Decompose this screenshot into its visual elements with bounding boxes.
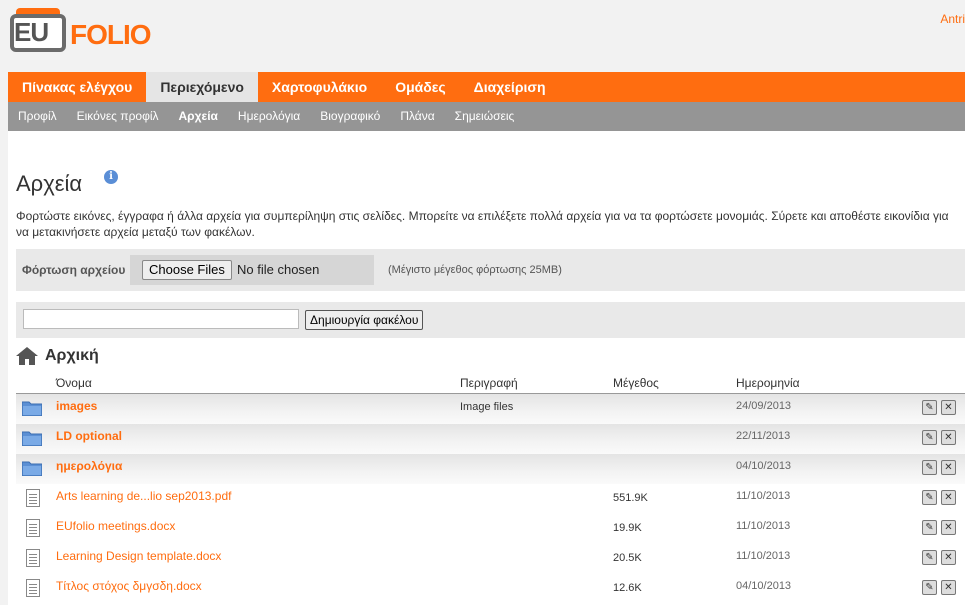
row-description: Image files xyxy=(460,401,514,413)
sub-nav-profile-images[interactable]: Εικόνες προφίλ xyxy=(67,102,169,131)
table-row[interactable]: ημερολόγια 04/10/2013 ✎ ✕ xyxy=(16,454,965,484)
upload-panel: Φόρτωση αρχείου Choose Files No file cho… xyxy=(16,249,965,291)
table-row[interactable]: Τίτλος στόχος δμγσδη.docx 12.6K 04/10/2013… xyxy=(16,574,965,604)
eufolio-logo[interactable]: EU FOLIO xyxy=(10,8,160,56)
document-icon xyxy=(26,579,40,597)
user-profile-link[interactable]: Antri xyxy=(940,12,965,26)
sub-nav-journals[interactable]: Ημερολόγια xyxy=(228,102,310,131)
max-upload-size-text: (Μέγιστο μέγεθος φόρτωσης 25MB) xyxy=(388,264,562,276)
row-name-link[interactable]: LD optional xyxy=(56,429,122,443)
row-name-link[interactable]: EUfolio meetings.docx xyxy=(56,519,175,533)
table-row[interactable]: Learning Design template.docx 20.5K 11/10/… xyxy=(16,544,965,574)
row-date: 22/11/2013 xyxy=(736,430,791,442)
row-size: 12.6K xyxy=(613,582,642,594)
document-icon xyxy=(26,519,40,537)
table-header: Όνομα Περιγραφή Μέγεθος Ημερομηνία xyxy=(16,373,965,394)
row-date: 11/10/2013 xyxy=(736,490,791,502)
edit-button[interactable]: ✎ xyxy=(922,400,937,415)
edit-button[interactable]: ✎ xyxy=(922,460,937,475)
edit-button[interactable]: ✎ xyxy=(922,520,937,535)
table-row[interactable]: images Image files 24/09/2013 ✎ ✕ xyxy=(16,394,965,424)
delete-button[interactable]: ✕ xyxy=(941,490,956,505)
delete-button[interactable]: ✕ xyxy=(941,460,956,475)
document-icon xyxy=(26,549,40,567)
sub-nav-files[interactable]: Αρχεία xyxy=(169,102,228,131)
sub-nav-plans[interactable]: Πλάνα xyxy=(390,102,444,131)
create-folder-button[interactable]: Δημιουργία φακέλου xyxy=(305,310,424,330)
main-nav-portfolio[interactable]: Χαρτοφυλάκιο xyxy=(258,72,381,102)
main-nav-groups[interactable]: Ομάδες xyxy=(381,72,459,102)
page-title: Αρχεία xyxy=(16,171,83,196)
row-size: 19.9K xyxy=(613,522,642,534)
folder-name-input[interactable] xyxy=(23,309,299,329)
column-header-size: Μέγεθος xyxy=(613,376,659,390)
row-date: 24/09/2013 xyxy=(736,400,792,412)
folder-icon xyxy=(22,461,42,476)
folder-icon xyxy=(22,401,42,416)
logo-eu-text: EU xyxy=(14,17,49,47)
choose-files-button[interactable]: Choose Files xyxy=(142,260,232,280)
folder-icon xyxy=(22,431,42,446)
edit-button[interactable]: ✎ xyxy=(922,430,937,445)
column-header-description: Περιγραφή xyxy=(460,376,518,390)
page-description: Φορτώστε εικόνες, έγγραφα ή άλλα αρχεία … xyxy=(16,209,949,239)
breadcrumb-home[interactable]: Αρχική xyxy=(45,347,99,365)
delete-button[interactable]: ✕ xyxy=(941,430,956,445)
main-nav-dashboard[interactable]: Πίνακας ελέγχου xyxy=(8,72,146,102)
main-nav-content[interactable]: Περιεχόμενο xyxy=(146,72,258,102)
delete-button[interactable]: ✕ xyxy=(941,580,956,595)
logo-folio-text: FOLIO xyxy=(70,19,152,50)
column-header-date: Ημερομηνία xyxy=(736,376,800,390)
main-content: Αρχεία i Φορτώστε εικόνες, έγγραφα ή άλλ… xyxy=(8,131,965,605)
row-name-link[interactable]: images xyxy=(56,399,97,413)
row-name-link[interactable]: Learning Design template.docx xyxy=(56,549,221,563)
row-size: 551.9K xyxy=(613,492,648,504)
row-size: 20.5K xyxy=(613,552,642,564)
row-date: 04/10/2013 xyxy=(736,580,792,592)
info-icon[interactable]: i xyxy=(104,170,118,184)
main-nav-administration[interactable]: Διαχείριση xyxy=(460,72,560,102)
create-folder-panel: Δημιουργία φακέλου xyxy=(16,302,965,338)
table-row[interactable]: EUfolio meetings.docx 19.9K 11/10/2013 ✎ ✕ xyxy=(16,514,965,544)
upload-label: Φόρτωση αρχείου xyxy=(22,263,126,277)
table-row[interactable]: Arts learning de...lio sep2013.pdf 551.9K… xyxy=(16,484,965,514)
table-row[interactable]: LD optional 22/11/2013 ✎ ✕ xyxy=(16,424,965,454)
row-name-link[interactable]: ημερολόγια xyxy=(56,459,122,473)
sub-navigation: Προφίλ Εικόνες προφίλ Αρχεία Ημερολόγια … xyxy=(8,102,965,131)
delete-button[interactable]: ✕ xyxy=(941,550,956,565)
row-date: 04/10/2013 xyxy=(736,460,792,472)
main-navigation: Πίνακας ελέγχου Περιεχόμενο Χαρτοφυλάκιο… xyxy=(8,72,965,102)
document-icon xyxy=(26,489,40,507)
column-header-name[interactable]: Όνομα xyxy=(56,376,92,390)
sub-nav-profile[interactable]: Προφίλ xyxy=(8,102,67,131)
delete-button[interactable]: ✕ xyxy=(941,400,956,415)
edit-button[interactable]: ✎ xyxy=(922,550,937,565)
row-name-link[interactable]: Arts learning de...lio sep2013.pdf xyxy=(56,489,231,503)
row-date: 11/10/2013 xyxy=(736,550,791,562)
row-name-link[interactable]: Τίτλος στόχος δμγσδη.docx xyxy=(56,579,202,593)
no-file-chosen-text: No file chosen xyxy=(237,262,320,277)
sub-nav-resume[interactable]: Βιογραφικό xyxy=(310,102,390,131)
edit-button[interactable]: ✎ xyxy=(922,580,937,595)
sub-nav-notes[interactable]: Σημειώσεις xyxy=(445,102,525,131)
home-icon[interactable] xyxy=(16,347,38,365)
edit-button[interactable]: ✎ xyxy=(922,490,937,505)
row-date: 11/10/2013 xyxy=(736,520,791,532)
delete-button[interactable]: ✕ xyxy=(941,520,956,535)
